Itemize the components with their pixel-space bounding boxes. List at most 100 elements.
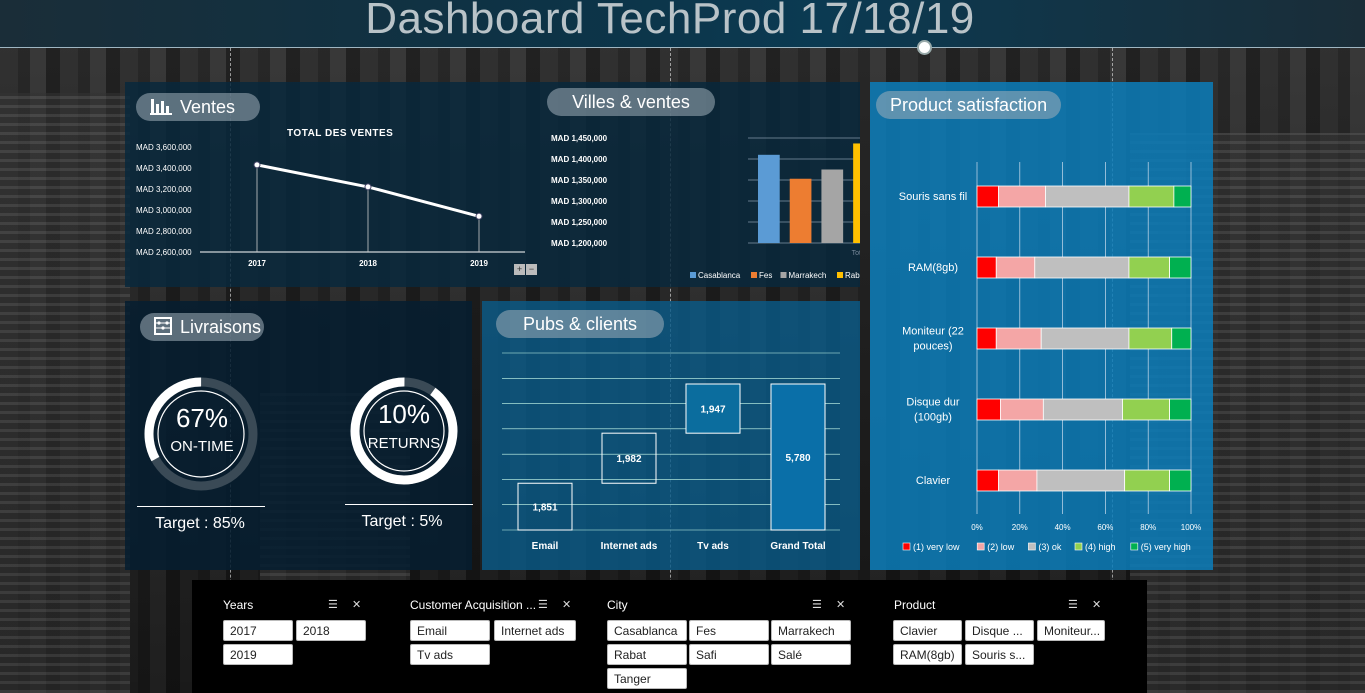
y-tick-label: MAD 3,200,000	[136, 185, 192, 194]
data-label: 1,851	[532, 503, 557, 514]
slicer-item-disque[interactable]: Disque ...	[965, 620, 1034, 641]
satisfaction-segment	[997, 185, 1046, 208]
slicers-bar: Years ☰ ✕ 2017 2018 2019 Customer Acquis…	[192, 580, 1147, 693]
satisfaction-segment	[1169, 398, 1192, 421]
x-tick-label: Grand Total	[770, 541, 826, 552]
slicer-item-2019[interactable]: 2019	[223, 644, 293, 665]
satisfaction-segment	[997, 469, 1038, 492]
satisfaction-segment	[1000, 398, 1044, 421]
category-label: Souris sans fil	[899, 191, 967, 203]
slicer-item-clavier[interactable]: Clavier	[893, 620, 962, 641]
city-bar	[821, 169, 844, 243]
satisfaction-segment	[1124, 469, 1171, 492]
slicer-item-moniteur[interactable]: Moniteur...	[1037, 620, 1105, 641]
satisfaction-segment	[995, 327, 1042, 350]
legend-swatch	[976, 542, 985, 551]
y-tick-label: MAD 1,400,000	[551, 155, 608, 164]
x-tick-label: 2018	[359, 259, 377, 268]
satisfaction-segment	[1040, 327, 1130, 350]
satisfaction-segment	[1128, 185, 1175, 208]
category-label: Moniteur (22	[902, 326, 964, 338]
legend-swatch	[1028, 542, 1036, 551]
product-slicer-title: Product	[894, 598, 936, 612]
deliveries-panel: Livraisons 67% ON-TIME Target : 85% 10% …	[125, 301, 473, 570]
slicer-item-tv-ads[interactable]: Tv ads	[410, 644, 490, 665]
x-tick-label: 80%	[1140, 523, 1156, 532]
satisfaction-segment	[1128, 327, 1173, 350]
legend-swatch	[1074, 542, 1083, 551]
title-bar: Dashboard TechProd 17/18/19	[0, 0, 1365, 48]
y-tick-label: MAD 3,400,000	[136, 164, 192, 173]
clear-filter-icon[interactable]: ✕	[352, 598, 361, 611]
slicer-item-souris[interactable]: Souris s...	[965, 644, 1034, 665]
donut-arc	[144, 377, 258, 491]
x-tick-label: 0%	[971, 523, 983, 532]
slicer-item-rabat[interactable]: Rabat	[607, 644, 687, 665]
category-label: (100gb)	[914, 412, 952, 424]
satisfaction-stacked-chart: 0% 20% 40% 60% 80% 100% Souris sans fil RAM(8gb…	[899, 162, 1201, 552]
slicer-item-sale[interactable]: Salé	[771, 644, 851, 665]
satisfaction-segment	[1045, 185, 1130, 208]
x-tick-label: 2017	[248, 259, 266, 268]
clear-filter-icon[interactable]: ✕	[562, 598, 571, 611]
multi-select-icon[interactable]: ☰	[812, 598, 822, 611]
livraisons-pill: Livraisons	[140, 313, 264, 341]
abacus-icon	[154, 315, 172, 343]
legend-label: Fes	[759, 271, 772, 280]
y-tick-label: MAD 2,800,000	[136, 227, 192, 236]
data-label: 1,982	[616, 454, 641, 465]
ads-panel: Pubs & clients 1,851 Email 1,982 Internet a…	[482, 301, 860, 570]
zoom-minus-button[interactable]: −	[526, 264, 537, 275]
returns-label: RETURNS	[367, 435, 441, 452]
clear-filter-icon[interactable]: ✕	[1092, 598, 1101, 611]
ontime-donut	[144, 377, 258, 491]
multi-select-icon[interactable]: ☰	[538, 598, 548, 611]
zoom-plus-button[interactable]: +	[514, 264, 525, 275]
city-bar	[758, 154, 780, 243]
slicer-item-casablanca[interactable]: Casablanca	[607, 620, 687, 641]
y-tick-label: MAD 1,250,000	[551, 218, 608, 227]
acq-slicer-title: Customer Acquisition ...	[410, 598, 537, 612]
slicer-item-marrakech[interactable]: Marrakech	[771, 620, 851, 641]
legend-label: Marrakech	[789, 271, 827, 280]
satisfaction-segment	[1122, 398, 1171, 421]
multi-select-icon[interactable]: ☰	[328, 598, 338, 611]
multi-select-icon[interactable]: ☰	[1068, 598, 1078, 611]
y-tick-label: MAD 1,300,000	[551, 197, 608, 206]
timeline-handle[interactable]	[917, 40, 932, 55]
slicer-item-ram[interactable]: RAM(8gb)	[893, 644, 962, 665]
legend-swatch	[837, 272, 843, 278]
slicer-item-safi[interactable]: Safi	[689, 644, 769, 665]
satisfaction-segment	[1169, 469, 1192, 492]
clear-filter-icon[interactable]: ✕	[836, 598, 845, 611]
city-slicer-title: City	[607, 598, 628, 612]
y-tick-label: MAD 2,600,000	[136, 248, 192, 257]
data-point	[253, 161, 261, 169]
category-label: Clavier	[916, 475, 951, 487]
slicer-item-2018[interactable]: 2018	[296, 620, 366, 641]
sales-panel: Ventes TOTAL DES VENTES MAD 3,600,000 MAD…	[125, 82, 860, 287]
legend-label: (1) very low	[913, 542, 960, 552]
x-tick-label: Internet ads	[601, 541, 658, 552]
data-label: 1,947	[700, 405, 725, 416]
slicer-item-fes[interactable]: Fes	[689, 620, 769, 641]
slicer-item-2017[interactable]: 2017	[223, 620, 293, 641]
slicer-item-email[interactable]: Email	[410, 620, 490, 641]
ontime-value: 67%	[175, 403, 229, 433]
city-sales-bar-chart: MAD 1,450,000 MAD 1,400,000 MAD 1,350,000 M…	[551, 134, 860, 280]
x-tick-label: Email	[532, 541, 559, 552]
satisfaction-segment	[976, 398, 1001, 421]
satisfaction-segment	[976, 469, 999, 492]
y-tick-label: MAD 3,600,000	[136, 143, 192, 152]
slicer-item-tanger[interactable]: Tanger	[607, 668, 687, 689]
axis-caption: Total	[852, 250, 860, 257]
city-bar	[789, 178, 812, 243]
x-tick-label: 2019	[470, 259, 488, 268]
x-tick-label: 20%	[1012, 523, 1028, 532]
legend-label: (2) low	[987, 542, 1015, 552]
satisfaction-segment	[1169, 256, 1192, 279]
legend-label: Casablanca	[698, 271, 741, 280]
divider	[137, 506, 265, 507]
y-tick-label: MAD 1,350,000	[551, 176, 608, 185]
slicer-item-internet-ads[interactable]: Internet ads	[494, 620, 576, 641]
